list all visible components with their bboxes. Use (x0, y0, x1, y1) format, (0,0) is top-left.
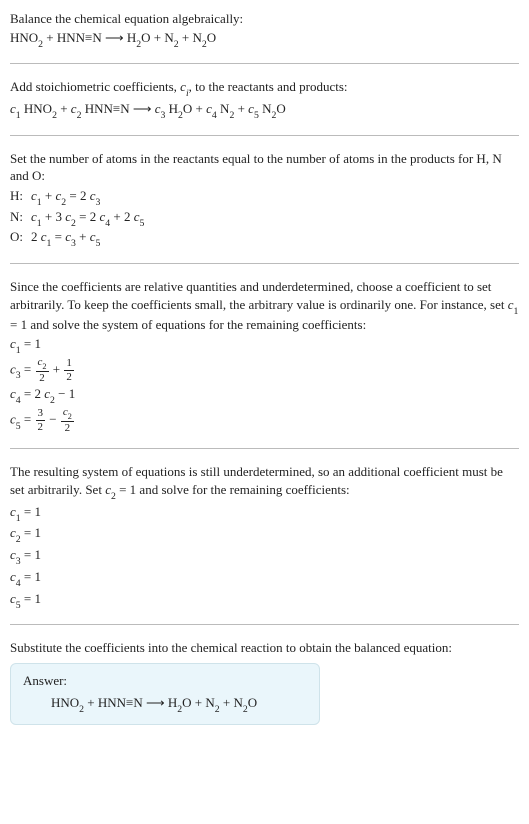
atoms-section: Set the number of atoms in the reactants… (10, 150, 519, 249)
underdet-intro: Since the coefficients are relative quan… (10, 278, 519, 334)
atom-eq: c1 + c2 = 2 c3 (31, 187, 144, 208)
atom-eq: 2 c1 = c3 + c5 (31, 228, 144, 249)
intro-section: Balance the chemical equation algebraica… (10, 10, 519, 49)
solve-line: c2 = 1 (10, 524, 519, 545)
atom-row: H: c1 + c2 = 2 c3 (10, 187, 144, 208)
atom-row: N: c1 + 3 c2 = 2 c4 + 2 c5 (10, 208, 144, 229)
intro-title: Balance the chemical equation algebraica… (10, 10, 519, 28)
divider (10, 63, 519, 64)
divider (10, 135, 519, 136)
solve-line: c3 = 1 (10, 546, 519, 567)
solve-c4: c4 = 2 c2 − 1 (10, 385, 519, 406)
atoms-intro: Set the number of atoms in the reactants… (10, 150, 519, 185)
atom-eq: c1 + 3 c2 = 2 c4 + 2 c5 (31, 208, 144, 229)
divider (10, 263, 519, 264)
stoich-section: Add stoichiometric coefficients, ci, to … (10, 78, 519, 121)
second-intro: The resulting system of equations is sti… (10, 463, 519, 501)
answer-label: Answer: (23, 672, 307, 690)
solve-line: c4 = 1 (10, 568, 519, 589)
stoich-equation: c1 HNO2 + c2 HNN≡N ⟶ c3 H2O + c4 N2 + c5… (10, 100, 519, 121)
atom-label: O: (10, 228, 31, 249)
divider (10, 448, 519, 449)
solve-line: c5 = 1 (10, 590, 519, 611)
final-section: Substitute the coefficients into the che… (10, 639, 519, 725)
atom-row: O: 2 c1 = c3 + c5 (10, 228, 144, 249)
solve-c1: c1 = 1 (10, 335, 519, 356)
solve-c3: c3 = c22 + 12 (10, 357, 519, 384)
first-solve-section: Since the coefficients are relative quan… (10, 278, 519, 434)
final-intro: Substitute the coefficients into the che… (10, 639, 519, 657)
answer-equation: HNO2 + HNN≡N ⟶ H2O + N2 + N2O (23, 694, 307, 715)
solve-c5: c5 = 32 − c22 (10, 407, 519, 434)
atom-label: H: (10, 187, 31, 208)
atom-equations: H: c1 + c2 = 2 c3 N: c1 + 3 c2 = 2 c4 + … (10, 187, 144, 249)
solve-line: c1 = 1 (10, 503, 519, 524)
atom-label: N: (10, 208, 31, 229)
second-solve-section: The resulting system of equations is sti… (10, 463, 519, 610)
unbalanced-equation: HNO2 + HNN≡N ⟶ H2O + N2 + N2O (10, 29, 519, 50)
stoich-intro: Add stoichiometric coefficients, ci, to … (10, 78, 519, 99)
divider (10, 624, 519, 625)
answer-box: Answer: HNO2 + HNN≡N ⟶ H2O + N2 + N2O (10, 663, 320, 725)
